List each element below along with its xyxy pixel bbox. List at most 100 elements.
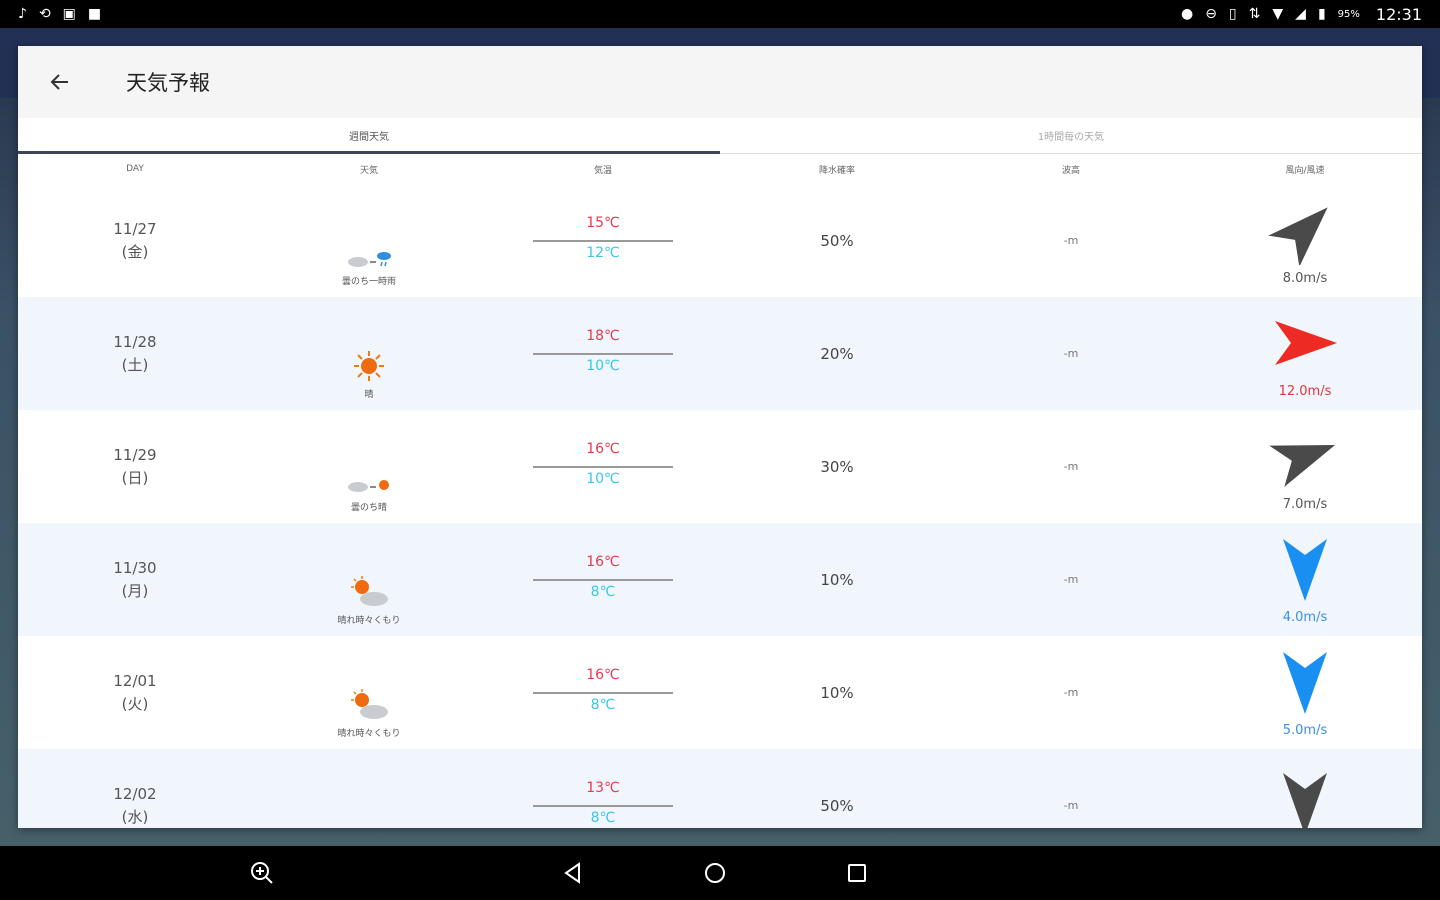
weather-label: 曇のち一時雨 xyxy=(341,277,396,287)
header-day: DAY xyxy=(126,164,144,174)
wind-arrow-icon xyxy=(1267,421,1343,495)
header-temp: 気温 xyxy=(593,165,612,176)
clock: 12:31 xyxy=(1375,4,1422,24)
temperature-cell: 16℃ 10℃ xyxy=(486,410,720,523)
date-cell: 11/28 (土) xyxy=(18,297,252,410)
tab-weekly[interactable]: 週間天気 xyxy=(18,118,720,154)
date-cell: 11/27 (金) xyxy=(18,184,252,297)
forecast-row: 12/02 (水) 13℃ 8℃ 50% -m xyxy=(18,749,1422,828)
weather-label: 晴れ時々くもり xyxy=(337,729,401,739)
header-wave: 波高 xyxy=(1061,165,1080,176)
temp-divider xyxy=(533,239,673,242)
header-wind: 風向/風速 xyxy=(1285,165,1325,176)
dnd-icon: ⊖ xyxy=(1205,6,1217,22)
forecast-row: 11/28 (土) 晴 18℃ 10℃ 20% -m 12.0m/s xyxy=(18,297,1422,410)
date-label: 11/27 xyxy=(113,219,157,238)
wind-arrow-icon xyxy=(1267,195,1343,269)
battery-icon: ▮ xyxy=(1317,6,1326,22)
weekday-label: (火) xyxy=(121,694,149,713)
wind-cell: 7.0m/s xyxy=(1188,410,1422,523)
wind-cell: 12.0m/s xyxy=(1188,297,1422,410)
wind-arrow-icon xyxy=(1267,768,1343,828)
temp-divider xyxy=(533,691,673,694)
weather-label: 曇のち晴 xyxy=(350,503,387,513)
weekday-label: (土) xyxy=(121,355,149,374)
temp-high: 16℃ xyxy=(586,440,620,457)
date-label: 12/01 xyxy=(113,671,157,690)
temp-low: 8℃ xyxy=(590,809,616,826)
forecast-dialog: 天気予報 週間天気 1時間毎の天気 DAY 天気 気温 降水確率 波高 風向/風… xyxy=(18,46,1422,828)
app-icon: ■ xyxy=(87,6,102,22)
rain-chance: 30% xyxy=(820,457,854,476)
page-title: 天気予報 xyxy=(126,71,210,95)
column-headers: DAY 天気 気温 降水確率 波高 風向/風速 xyxy=(18,154,1422,184)
weekday-label: (月) xyxy=(121,581,149,600)
sun-cloud-icon xyxy=(346,682,392,722)
temp-low: 8℃ xyxy=(590,696,616,713)
forecast-row: 11/29 (日) 曇のち晴 16℃ 10℃ 30% -m 7.0m/s xyxy=(18,410,1422,523)
date-cell: 11/30 (月) xyxy=(18,523,252,636)
wind-speed: 8.0m/s xyxy=(1282,271,1328,286)
temp-low: 8℃ xyxy=(590,583,616,600)
sun-icon xyxy=(352,343,386,383)
wave-height: -m xyxy=(1063,573,1079,586)
cloud-then-sun-icon xyxy=(346,456,392,496)
temp-high: 16℃ xyxy=(586,666,620,683)
wind-cell: 5.0m/s xyxy=(1188,636,1422,749)
battery-percent: 95% xyxy=(1337,8,1360,20)
temp-divider xyxy=(533,804,673,807)
date-label: 11/30 xyxy=(113,558,157,577)
temperature-cell: 13℃ 8℃ xyxy=(486,749,720,828)
weather-cell xyxy=(252,749,486,828)
temp-high: 16℃ xyxy=(586,553,620,570)
temp-high: 15℃ xyxy=(586,214,620,231)
temp-divider xyxy=(533,578,673,581)
signal-icon: ◢ xyxy=(1295,6,1306,22)
status-left: ♪ ⟲ ▣ ■ xyxy=(18,7,101,21)
wind-arrow-icon xyxy=(1267,308,1343,382)
wind-speed: 12.0m/s xyxy=(1278,384,1332,399)
app-bar: 天気予報 xyxy=(18,46,1422,118)
wind-speed: 4.0m/s xyxy=(1282,610,1328,625)
temperature-cell: 16℃ 8℃ xyxy=(486,636,720,749)
temp-low: 10℃ xyxy=(586,470,620,487)
temp-divider xyxy=(533,352,673,355)
wind-speed: 7.0m/s xyxy=(1282,497,1328,512)
temp-high: 13℃ xyxy=(586,779,620,796)
rain-chance: 10% xyxy=(820,570,854,589)
zoom-icon[interactable] xyxy=(247,858,277,888)
temperature-cell: 18℃ 10℃ xyxy=(486,297,720,410)
rain-chance: 20% xyxy=(820,344,854,363)
wind-speed: 5.0m/s xyxy=(1282,723,1328,738)
wave-height: -m xyxy=(1063,686,1079,699)
temp-divider xyxy=(533,465,673,468)
cloud-then-rain-icon xyxy=(346,230,392,270)
wind-arrow-icon xyxy=(1267,534,1343,608)
image-icon: ▣ xyxy=(62,6,76,22)
recents-square-icon[interactable] xyxy=(842,858,872,888)
weekday-label: (水) xyxy=(121,807,149,826)
status-right: ● ⊖ ▯ ⇅ ▼ ◢ ▮ 95% 12:31 xyxy=(1181,5,1422,24)
forecast-row: 12/01 (火) 晴れ時々くもり 16℃ 8℃ 10% -m 5.0m/s xyxy=(18,636,1422,749)
wind-cell: 4.0m/s xyxy=(1188,523,1422,636)
temperature-cell: 15℃ 12℃ xyxy=(486,184,720,297)
home-circle-icon[interactable] xyxy=(700,858,730,888)
wind-cell xyxy=(1188,749,1422,828)
wave-height: -m xyxy=(1063,460,1079,473)
tab-hourly[interactable]: 1時間毎の天気 xyxy=(720,118,1422,153)
wave-height: -m xyxy=(1063,799,1079,812)
back-triangle-icon[interactable] xyxy=(558,858,588,888)
weather-cell: 曇のち一時雨 xyxy=(252,184,486,297)
date-cell: 12/01 (火) xyxy=(18,636,252,749)
date-cell: 11/29 (日) xyxy=(18,410,252,523)
cloud-rain-icon xyxy=(346,808,392,828)
back-button[interactable] xyxy=(44,66,76,98)
forecast-row: 11/30 (月) 晴れ時々くもり 16℃ 8℃ 10% -m 4.0m/s xyxy=(18,523,1422,636)
date-cell: 12/02 (水) xyxy=(18,749,252,828)
date-label: 11/29 xyxy=(113,445,157,464)
location-icon: ● xyxy=(1180,6,1194,22)
weather-cell: 晴れ時々くもり xyxy=(252,523,486,636)
weekday-label: (日) xyxy=(121,468,149,487)
weather-cell: 晴 xyxy=(252,297,486,410)
wifi-icon: ▼ xyxy=(1272,6,1284,22)
